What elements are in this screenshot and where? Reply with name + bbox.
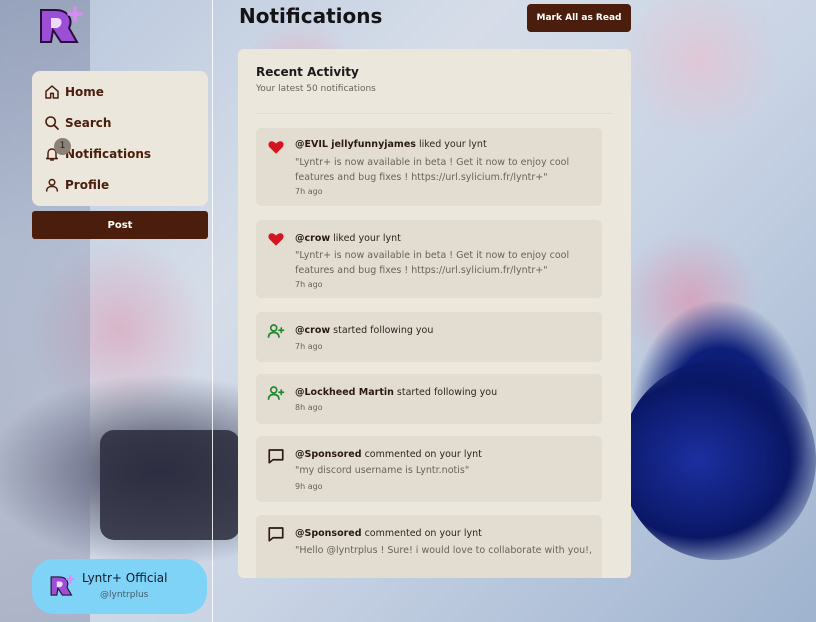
notification-text: @Sponsored commented on your lynt bbox=[295, 528, 482, 539]
notification-quote: "Lyntr+ is now available in beta ! Get i… bbox=[295, 250, 570, 276]
user-icon bbox=[45, 178, 59, 192]
panel-subtitle: Your latest 50 notifications bbox=[256, 84, 376, 94]
notification-count-badge: 1 bbox=[54, 138, 71, 155]
user-plus-icon bbox=[267, 324, 285, 338]
heart-icon bbox=[268, 141, 284, 154]
notification-time: 8h ago bbox=[295, 403, 323, 412]
sidebar-item-label: Profile bbox=[65, 178, 110, 192]
search-icon bbox=[45, 116, 59, 130]
notification-quote: "Lyntr+ is now available in beta ! Get i… bbox=[295, 157, 570, 183]
comment-icon bbox=[268, 527, 284, 542]
sidebar-item-search[interactable]: Search bbox=[44, 113, 111, 133]
notification-time: 7h ago bbox=[295, 342, 323, 351]
notification-text: @Lockheed Martin started following you bbox=[295, 387, 498, 398]
sidebar-item-label: Home bbox=[65, 85, 104, 99]
notification-user-link[interactable]: @crow bbox=[295, 325, 330, 336]
notification-item[interactable]: @crow started following you 7h ago bbox=[256, 312, 602, 362]
background-decor bbox=[620, 360, 816, 560]
notification-user-link[interactable]: @Lockheed Martin bbox=[295, 387, 394, 398]
page-title: Notifications bbox=[239, 4, 383, 28]
home-icon bbox=[45, 85, 59, 99]
notification-time: 7h ago bbox=[295, 280, 323, 289]
notification-text: @crow started following you bbox=[295, 325, 434, 336]
profile-handle: @lyntrplus bbox=[100, 590, 149, 600]
notification-time: 7h ago bbox=[295, 187, 323, 196]
notifications-panel[interactable]: Recent Activity Your latest 50 notificat… bbox=[238, 49, 631, 578]
notification-quote: "my discord username is Lyntr.notis" bbox=[295, 465, 470, 476]
notification-quote: "Hello @lyntrplus ! Sure! i would love t… bbox=[295, 545, 592, 556]
notification-item[interactable]: @Lockheed Martin started following you 8… bbox=[256, 374, 602, 424]
notification-time: 9h ago bbox=[295, 482, 323, 491]
notification-item[interactable]: @Sponsored commented on your lynt "Hello… bbox=[256, 515, 602, 578]
sidebar-item-profile[interactable]: Profile bbox=[44, 175, 109, 195]
post-button[interactable]: Post bbox=[32, 211, 208, 239]
notification-user-link[interactable]: @EVIL jellyfunnyjames bbox=[295, 139, 416, 150]
background-decor bbox=[100, 430, 240, 540]
sidebar-item-label: Search bbox=[65, 116, 112, 130]
avatar bbox=[50, 574, 75, 596]
lyntr-logo-icon[interactable] bbox=[39, 6, 85, 46]
sidebar-divider bbox=[212, 0, 213, 622]
comment-icon bbox=[268, 449, 284, 464]
notification-user-link[interactable]: @Sponsored bbox=[295, 449, 362, 460]
notification-text: @EVIL jellyfunnyjames liked your lynt bbox=[295, 139, 487, 150]
panel-divider bbox=[256, 113, 613, 114]
notification-user-link[interactable]: @crow bbox=[295, 233, 330, 244]
notification-item[interactable]: @crow liked your lynt "Lyntr+ is now ava… bbox=[256, 220, 602, 298]
notification-item[interactable]: @EVIL jellyfunnyjames liked your lynt "L… bbox=[256, 128, 602, 206]
notification-text: @Sponsored commented on your lynt bbox=[295, 449, 482, 460]
profile-card[interactable]: Lyntr+ Official @lyntrplus bbox=[32, 559, 207, 614]
notification-text: @crow liked your lynt bbox=[295, 233, 401, 244]
sidebar-item-home[interactable]: Home bbox=[44, 82, 104, 102]
user-plus-icon bbox=[267, 386, 285, 400]
sidebar-item-label: Notifications bbox=[65, 147, 152, 161]
panel-title: Recent Activity bbox=[256, 65, 359, 79]
notification-user-link[interactable]: @Sponsored bbox=[295, 528, 362, 539]
mark-all-read-button[interactable]: Mark All as Read bbox=[527, 4, 631, 32]
profile-name: Lyntr+ Official bbox=[82, 571, 168, 585]
heart-icon bbox=[268, 233, 284, 246]
notification-item[interactable]: @Sponsored commented on your lynt "my di… bbox=[256, 436, 602, 502]
